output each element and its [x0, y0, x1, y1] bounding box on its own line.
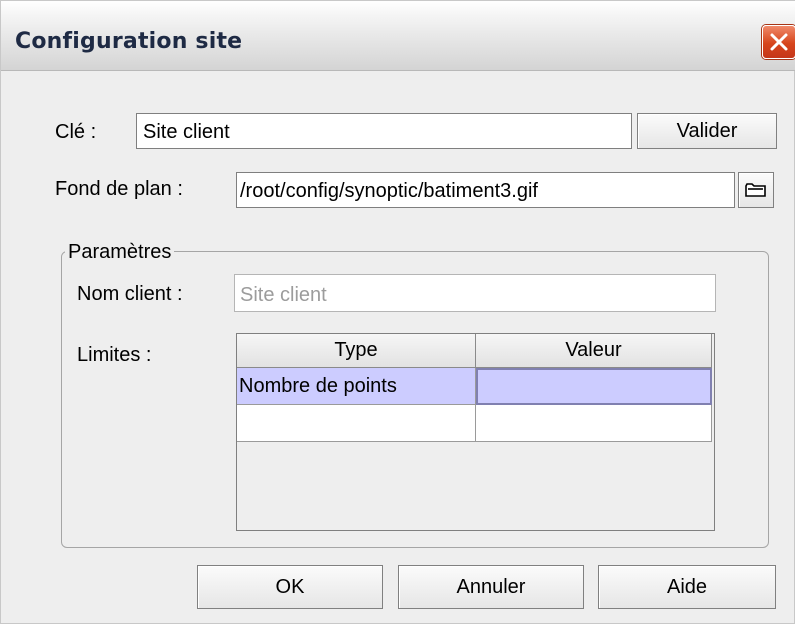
column-header-valeur[interactable]: Valeur: [476, 334, 712, 368]
window-title: Configuration site: [15, 29, 243, 54]
column-header-type[interactable]: Type: [237, 334, 476, 368]
fond-label: Fond de plan :: [55, 178, 183, 200]
ok-button[interactable]: OK: [197, 565, 383, 609]
nom-client-input[interactable]: Site client: [234, 274, 716, 312]
fond-input-value: /root/config/synoptic/batiment3.gif: [240, 180, 538, 202]
nom-client-label: Nom client :: [77, 283, 183, 305]
annuler-button[interactable]: Annuler: [398, 565, 584, 609]
cle-input[interactable]: Site client: [136, 113, 632, 149]
table-cell[interactable]: [237, 405, 476, 442]
table-cell[interactable]: [476, 368, 712, 405]
limites-table[interactable]: Type Valeur Nombre de points: [236, 333, 715, 531]
close-button[interactable]: [762, 25, 795, 59]
valider-button[interactable]: Valider: [637, 113, 777, 149]
folder-icon: [745, 183, 766, 197]
limites-label: Limites :: [77, 344, 152, 366]
aide-button[interactable]: Aide: [598, 565, 776, 609]
dialog-window: Configuration site Clé : Site client Val…: [0, 0, 795, 624]
cle-label: Clé :: [55, 121, 97, 143]
fond-input[interactable]: /root/config/synoptic/batiment3.gif: [236, 172, 735, 208]
title-bar[interactable]: Configuration site: [1, 1, 795, 71]
cle-input-value: Site client: [143, 121, 230, 143]
table-cell[interactable]: [476, 405, 712, 442]
parametres-title: Paramètres: [65, 241, 175, 264]
close-icon: [770, 33, 788, 51]
nom-client-value: Site client: [240, 284, 327, 306]
table-cell[interactable]: Nombre de points: [237, 368, 476, 405]
browse-button[interactable]: [738, 172, 774, 208]
